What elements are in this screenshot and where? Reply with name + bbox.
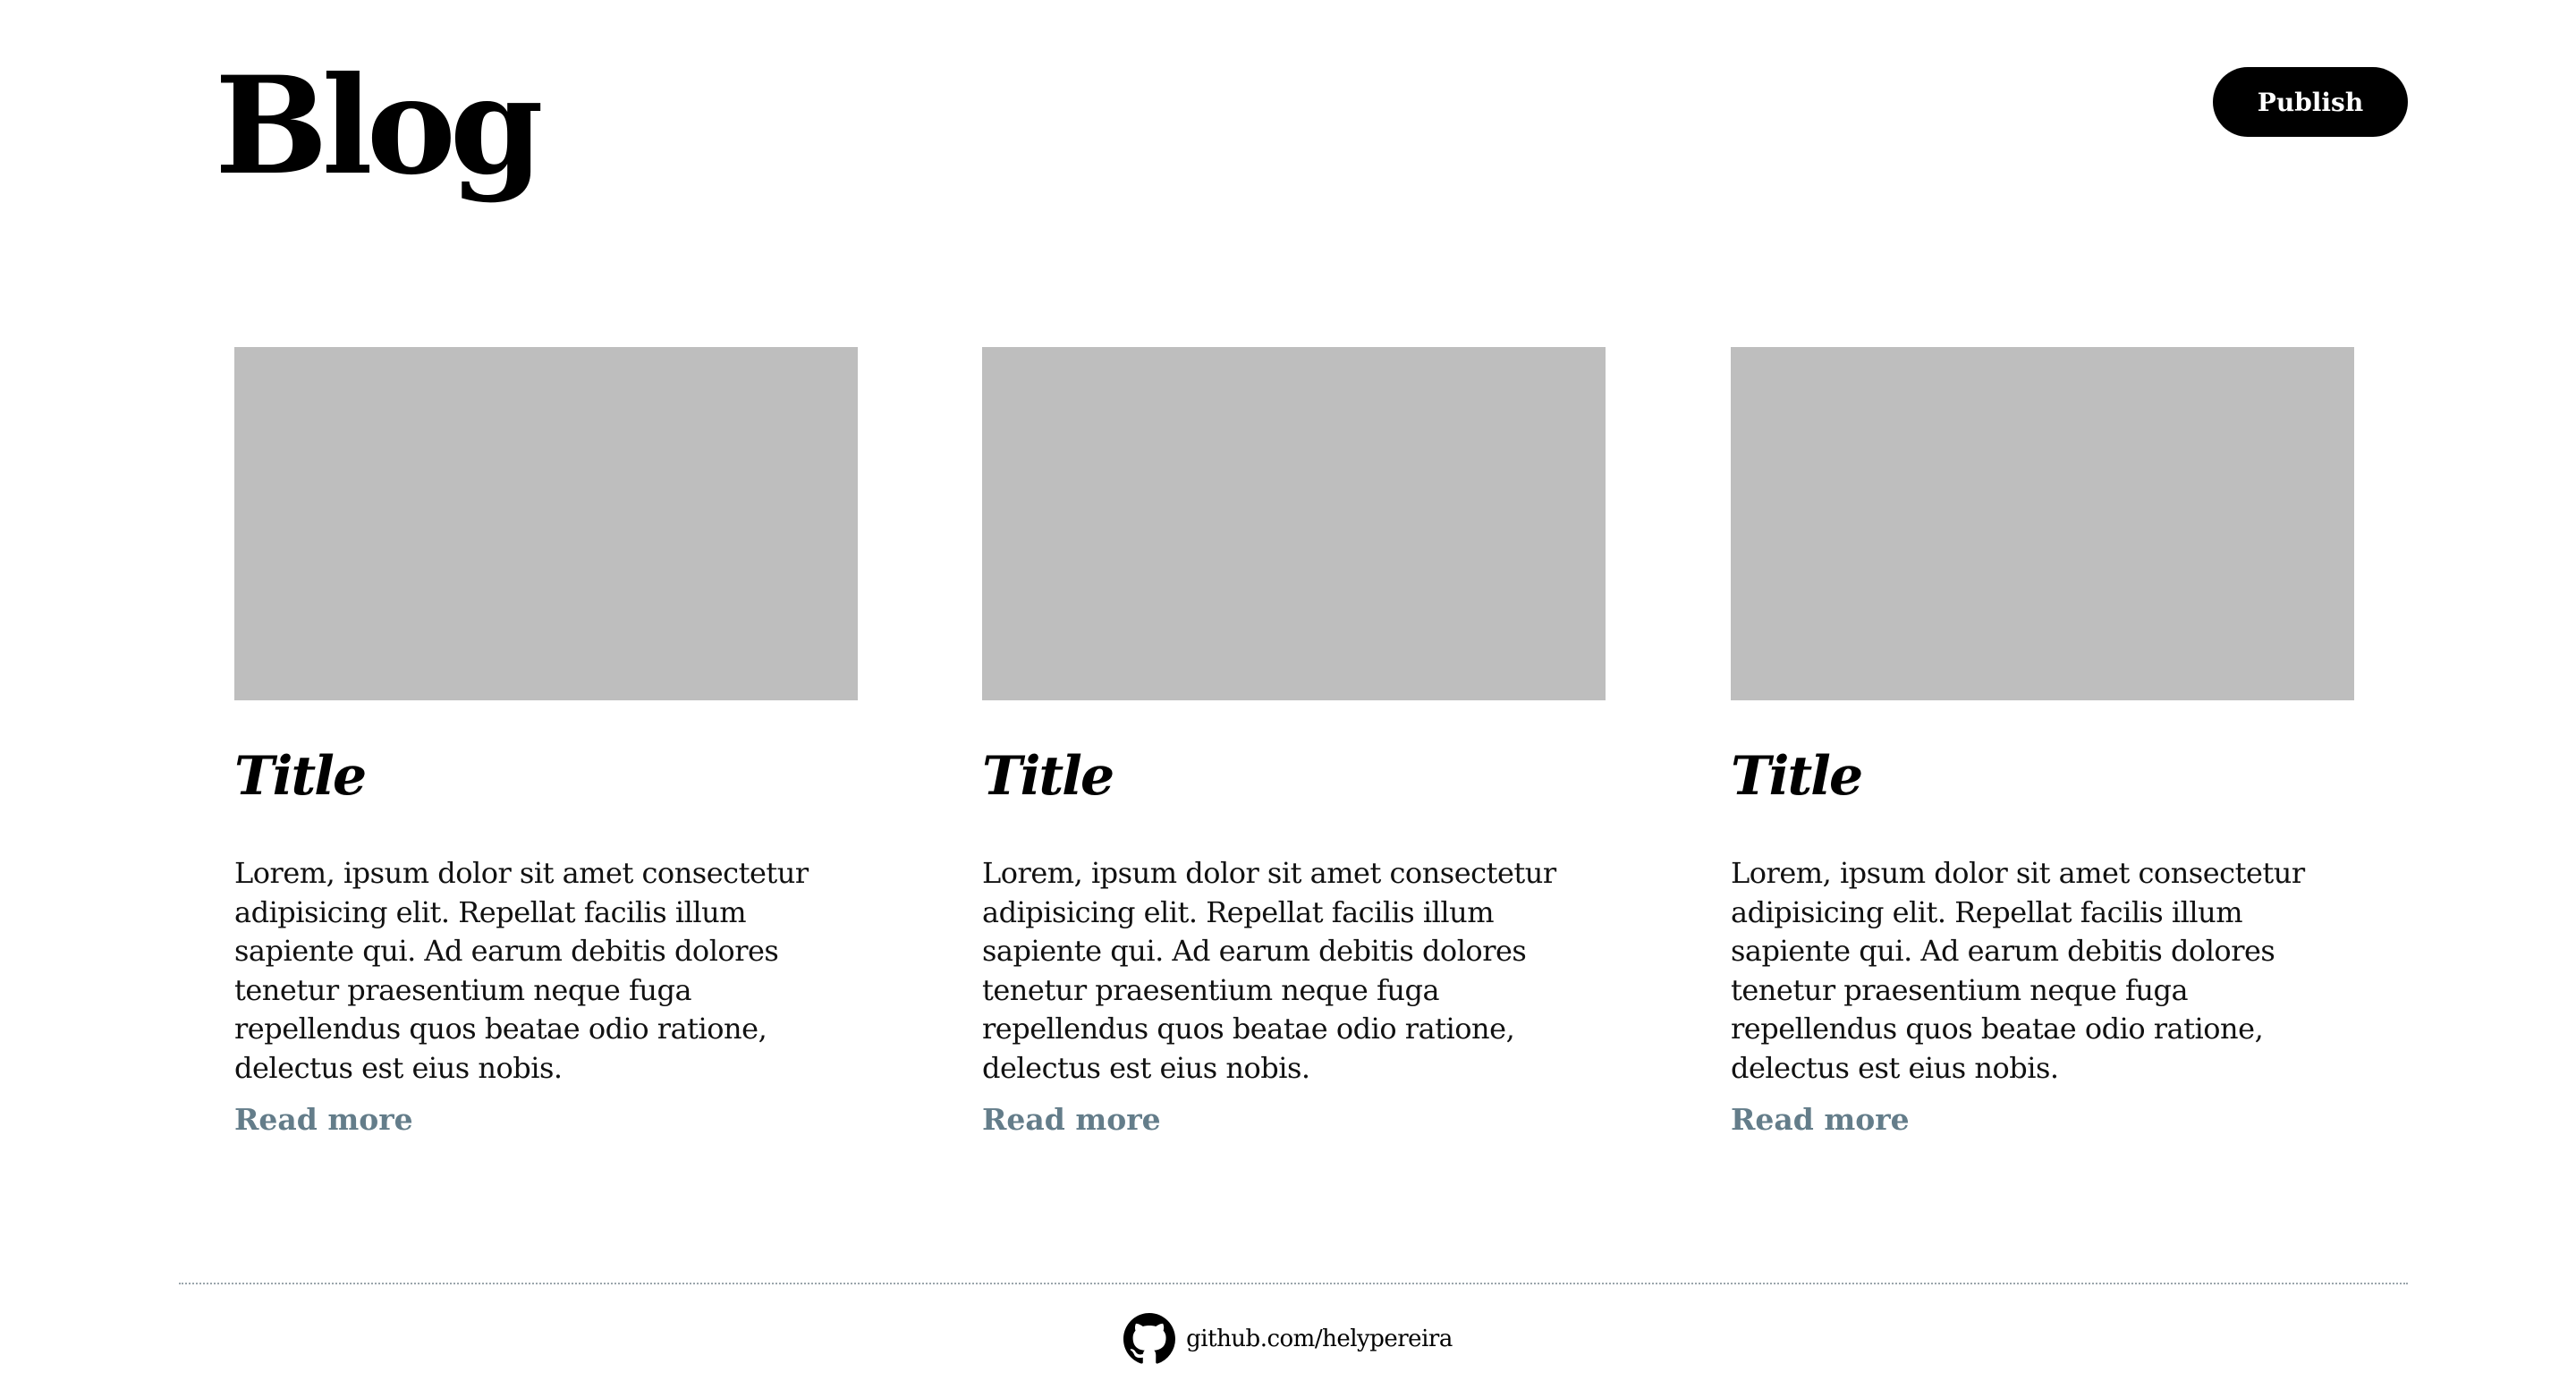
post-card: Title Lorem, ipsum dolor sit amet consec… [982, 347, 1606, 1137]
post-image-placeholder [234, 347, 858, 700]
post-title: Title [1731, 745, 1863, 808]
github-icon[interactable] [1123, 1313, 1176, 1365]
post-excerpt: Lorem, ipsum dolor sit amet consectetur … [982, 856, 1556, 1085]
publish-button[interactable]: Publish [2213, 67, 2408, 137]
read-more-link[interactable]: Read more [1731, 1100, 1910, 1140]
post-title: Title [234, 745, 367, 808]
footer: github.com/helypereira [0, 1308, 2576, 1370]
post-title: Title [982, 745, 1114, 808]
post-image-placeholder [982, 347, 1606, 700]
github-link[interactable]: github.com/helypereira [1186, 1326, 1453, 1352]
read-more-link[interactable]: Read more [982, 1100, 1161, 1140]
footer-divider [179, 1283, 2408, 1284]
post-card: Title Lorem, ipsum dolor sit amet consec… [1731, 347, 2354, 1137]
post-card: Title Lorem, ipsum dolor sit amet consec… [234, 347, 858, 1137]
page-title: Blog [215, 47, 544, 205]
post-excerpt: Lorem, ipsum dolor sit amet consectetur … [1731, 856, 2305, 1085]
post-image-placeholder [1731, 347, 2354, 700]
read-more-link[interactable]: Read more [234, 1100, 413, 1140]
post-excerpt: Lorem, ipsum dolor sit amet consectetur … [234, 856, 809, 1085]
